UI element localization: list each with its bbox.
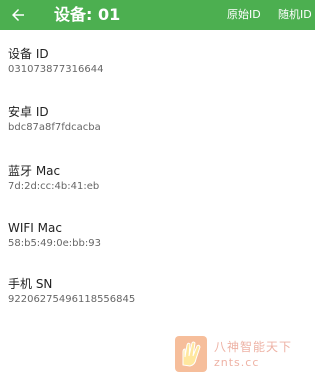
item-value: 7d:2d:cc:4b:41:eb	[8, 181, 100, 192]
watermark: 八神智能天下 znts.cc	[174, 334, 312, 378]
back-button[interactable]	[6, 3, 30, 27]
item-label: 蓝牙 Mac	[8, 164, 61, 178]
list-item-phone-sn: 手机 SN 92206275496118556845	[8, 276, 308, 307]
original-id-button[interactable]: 原始ID	[227, 7, 261, 23]
item-value: 031073877316644	[8, 64, 104, 75]
hand-logo-icon	[175, 336, 207, 372]
list-item-bluetooth-mac: 蓝牙 Mac 7d:2d:cc:4b:41:eb	[8, 163, 308, 194]
item-label: 手机 SN	[8, 277, 53, 291]
item-label: 设备 ID	[8, 47, 49, 61]
screen: 设备: 01 原始ID 随机ID 设备 ID 031073877316644 安…	[0, 0, 315, 386]
watermark-url: znts.cc	[214, 356, 260, 369]
watermark-title: 八神智能天下	[214, 340, 293, 354]
list-item-device-id: 设备 ID 031073877316644	[8, 46, 308, 77]
item-value: bdc87a8f7fdcacba	[8, 122, 101, 133]
random-id-button[interactable]: 随机ID	[278, 7, 312, 23]
arrow-left-icon	[12, 9, 24, 21]
item-label: WIFI Mac	[8, 221, 62, 235]
item-value: 58:b5:49:0e:bb:93	[8, 238, 101, 249]
item-label: 安卓 ID	[8, 105, 49, 119]
page-title: 设备: 01	[54, 5, 121, 24]
list-item-android-id: 安卓 ID bdc87a8f7fdcacba	[8, 104, 308, 135]
list-item-wifi-mac: WIFI Mac 58:b5:49:0e:bb:93	[8, 220, 308, 251]
app-bar: 设备: 01 原始ID 随机ID	[0, 0, 315, 30]
item-value: 92206275496118556845	[8, 294, 136, 305]
